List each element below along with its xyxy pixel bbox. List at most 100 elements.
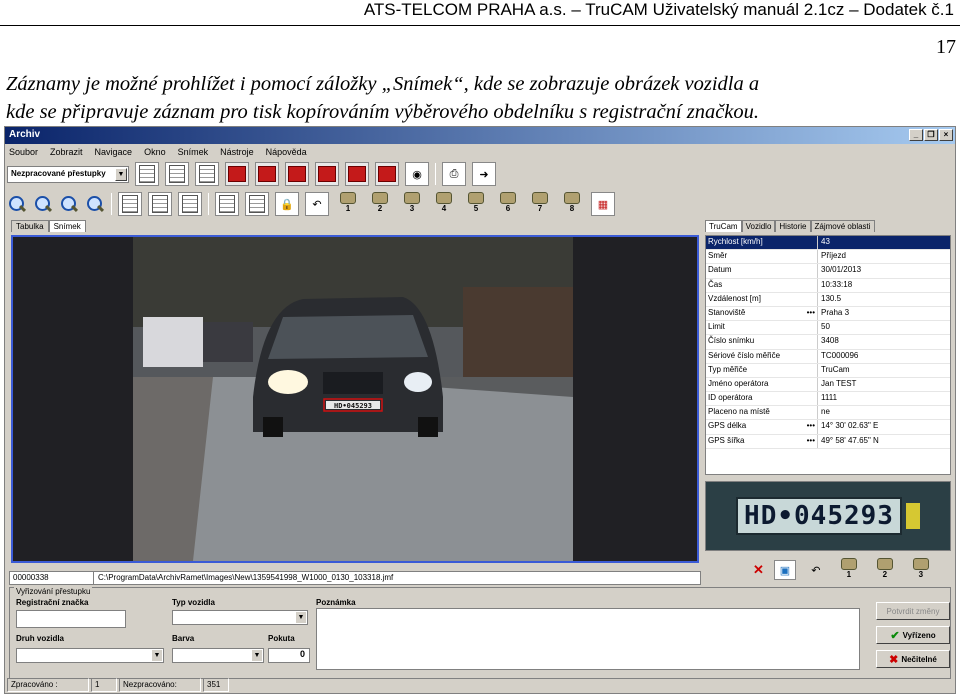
property-row[interactable]: ID operátora 1111: [706, 392, 950, 407]
tab-zajmove-oblasti[interactable]: Zájmové oblasti: [810, 220, 875, 232]
camera-1-icon[interactable]: 1: [335, 192, 361, 216]
property-row[interactable]: Číslo snímku 3408: [706, 335, 950, 350]
camera-number: 1: [846, 570, 852, 579]
property-row[interactable]: Stanoviště ••• Praha 3: [706, 306, 950, 322]
zoom-fit-icon[interactable]: [59, 194, 79, 214]
undo-icon[interactable]: ↶: [806, 560, 826, 580]
unreadable-button[interactable]: ✖ Nečitelné: [876, 650, 950, 668]
camera-3-icon[interactable]: 3: [399, 192, 425, 216]
minimize-button[interactable]: _: [909, 129, 923, 141]
property-row[interactable]: Limit 50: [706, 321, 950, 336]
paragraph-line: Záznamy je možné prohlížet i pomocí zálo…: [6, 73, 760, 95]
menu-napoveda[interactable]: Nápověda: [266, 147, 307, 157]
property-row[interactable]: Datum 30/01/2013: [706, 264, 950, 279]
property-row[interactable]: Placeno na místě ne: [706, 406, 950, 421]
property-key: Stanoviště •••: [706, 306, 818, 321]
property-key: Jméno operátora: [706, 377, 818, 392]
vehicle-image-panel[interactable]: HD•045293: [11, 235, 699, 563]
tab-historie[interactable]: Historie: [775, 220, 811, 232]
zoom-reset-icon[interactable]: [85, 194, 105, 214]
archive-icon[interactable]: [165, 162, 189, 186]
camera-2-icon[interactable]: 2: [367, 192, 393, 216]
ellipsis-icon[interactable]: •••: [807, 421, 815, 430]
copy-selection-icon[interactable]: ▣: [773, 560, 796, 580]
archive-icon[interactable]: [148, 192, 172, 216]
property-row[interactable]: GPS šířka ••• 49° 58' 47.65" N: [706, 434, 950, 449]
ellipsis-icon[interactable]: •••: [807, 436, 815, 445]
open-record-icon[interactable]: [135, 162, 159, 186]
property-row[interactable]: Vzdálenost [m] 130.5: [706, 292, 950, 307]
ellipsis-icon[interactable]: •••: [807, 308, 815, 317]
property-row[interactable]: Směr Příjezd: [706, 250, 950, 265]
grid-selection-icon[interactable]: ▦: [591, 192, 615, 216]
chevron-down-icon: ▼: [296, 612, 306, 623]
resolved-button[interactable]: ✔ Vyřízeno: [876, 626, 950, 644]
edit-document-icon[interactable]: [245, 192, 269, 216]
tab-snimek[interactable]: Snímek: [48, 220, 86, 232]
camera-1-icon[interactable]: 1: [836, 558, 862, 582]
stamp-icon[interactable]: [215, 192, 239, 216]
red-filter-icon[interactable]: [225, 162, 249, 186]
filter-dropdown-value: Nezpracované přestupky: [11, 168, 106, 178]
export-icon[interactable]: ➜: [472, 162, 496, 186]
property-row[interactable]: Jméno operátora Jan TEST: [706, 377, 950, 393]
tab-tabulka[interactable]: Tabulka: [11, 220, 49, 232]
note-textarea[interactable]: [316, 608, 860, 670]
camera-8-icon[interactable]: 8: [559, 192, 585, 216]
tab-vozidlo[interactable]: Vozidlo: [741, 220, 776, 232]
zoom-out-icon[interactable]: [33, 194, 53, 214]
detail-tabs: TruCam Vozidlo Historie Zájmové oblasti: [705, 220, 875, 232]
toolbar-image: 🔒 ↶ 1 2 3 4 5 6 7 8 ▦: [7, 190, 615, 218]
plate-zoom-panel: HD•045293: [705, 481, 951, 551]
camera-3-icon[interactable]: 3: [908, 558, 934, 582]
menu-zobrazit[interactable]: Zobrazit: [50, 147, 83, 157]
camera-7-icon[interactable]: 7: [527, 192, 553, 216]
property-row[interactable]: Sériové číslo měřiče TC000096: [706, 349, 950, 364]
unprocessed-label: Nezpracováno:: [119, 678, 201, 692]
menu-nastroje[interactable]: Nástroje: [220, 147, 254, 157]
image-path-bar: 00000338 C:\ProgramData\ArchivRamet\Imag…: [9, 571, 701, 585]
sort-az-icon[interactable]: [375, 162, 399, 186]
document-list-icon[interactable]: [195, 162, 219, 186]
confirm-changes-button[interactable]: Potvrdit změny: [876, 602, 950, 620]
red-filter-icon[interactable]: [285, 162, 309, 186]
reg-plate-input[interactable]: [16, 610, 126, 628]
menu-snimek[interactable]: Snímek: [178, 147, 209, 157]
close-button[interactable]: ×: [939, 129, 953, 141]
property-row[interactable]: Rychlost [km/h] 43: [706, 236, 950, 251]
zoom-in-icon[interactable]: [7, 194, 27, 214]
property-row[interactable]: Čas 10:33:18: [706, 278, 950, 293]
lock-icon[interactable]: 🔒: [275, 192, 299, 216]
property-row[interactable]: GPS délka ••• 14° 30' 02.63" E: [706, 420, 950, 435]
camera-4-icon[interactable]: 4: [431, 192, 457, 216]
fine-input[interactable]: 0: [268, 648, 310, 663]
property-row[interactable]: Typ měřiče TruCam: [706, 363, 950, 378]
undo-icon[interactable]: ↶: [305, 192, 329, 216]
person-icon[interactable]: [178, 192, 202, 216]
red-filter-icon[interactable]: [315, 162, 339, 186]
camera-6-icon[interactable]: 6: [495, 192, 521, 216]
menu-okno[interactable]: Okno: [144, 147, 166, 157]
plate-sticker: [905, 503, 920, 529]
camera-2-icon[interactable]: 2: [872, 558, 898, 582]
restore-button[interactable]: ❐: [924, 129, 938, 141]
menu-navigace[interactable]: Navigace: [95, 147, 133, 157]
property-value: Jan TEST: [821, 378, 857, 388]
properties-grid: Rychlost [km/h] 43 Směr Příjezd Datum 30/01…: [705, 235, 951, 475]
delete-selection-icon[interactable]: ✕: [753, 562, 764, 578]
copy-icon[interactable]: [118, 192, 142, 216]
vehicle-type-select[interactable]: ▼: [172, 610, 308, 625]
tab-trucam[interactable]: TruCam: [705, 220, 742, 232]
color-select[interactable]: ▼: [172, 648, 264, 663]
red-filter-icon[interactable]: [345, 162, 369, 186]
camera-5-icon[interactable]: 5: [463, 192, 489, 216]
menu-soubor[interactable]: Soubor: [9, 147, 38, 157]
camera-number: 4: [441, 204, 447, 213]
toolbar-main: Nezpracované přestupky ▼ ◉ ⎙ ➜: [7, 160, 496, 188]
binoculars-icon[interactable]: ◉: [405, 162, 429, 186]
vehicle-kind-select[interactable]: ▼: [16, 648, 164, 663]
print-icon[interactable]: ⎙: [442, 162, 466, 186]
window-titlebar[interactable]: Archiv _ ❐ ×: [5, 127, 955, 144]
filter-dropdown[interactable]: Nezpracované přestupky ▼: [7, 165, 129, 183]
red-filter-icon[interactable]: [255, 162, 279, 186]
